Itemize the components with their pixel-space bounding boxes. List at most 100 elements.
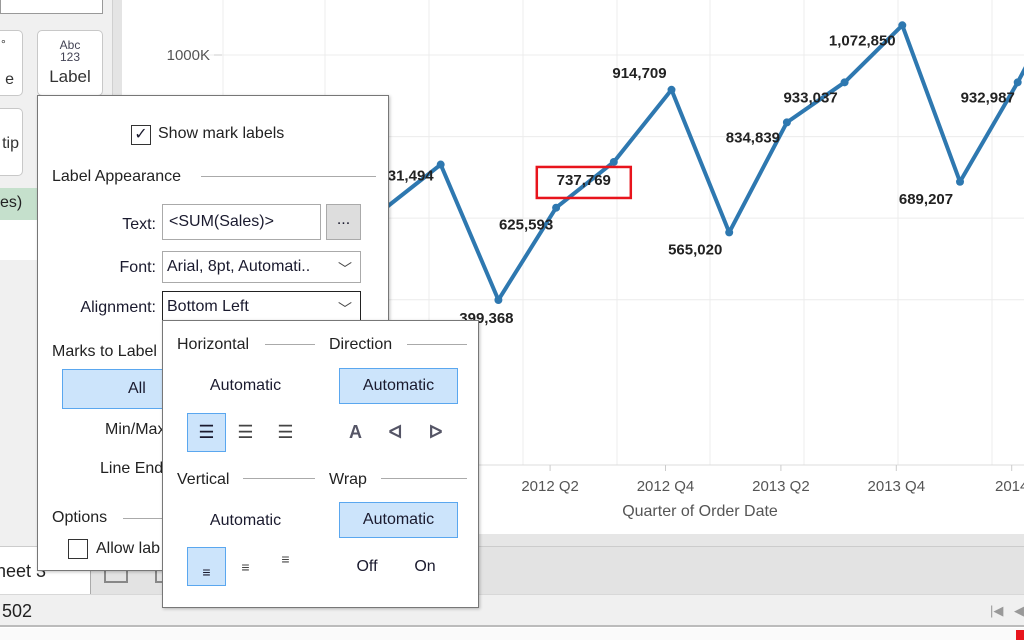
horizontal-automatic-option[interactable]: Automatic: [193, 377, 298, 395]
x-tick-label: 2012 Q4: [637, 478, 695, 495]
size-label: e: [5, 71, 14, 88]
data-label: 565,020: [668, 241, 722, 258]
alignment-value: Bottom Left: [167, 298, 249, 315]
wrap-automatic-label: Automatic: [362, 511, 435, 528]
x-tick-label: 2013 Q4: [868, 478, 926, 495]
divider: [407, 344, 467, 345]
data-label: 933,037: [783, 89, 837, 106]
divider: [265, 344, 315, 345]
status-bar: 502 |◀ ◀: [0, 594, 1024, 627]
direction-up-glyph: ᐊ: [388, 422, 403, 442]
font-value: Arial, 8pt, Automati..: [167, 258, 311, 275]
x-tick-label: 2013 Q2: [752, 478, 810, 495]
data-label: 1,072,850: [829, 32, 896, 49]
wrap-off-option[interactable]: Off: [343, 558, 391, 576]
options-heading: Options: [52, 509, 108, 526]
data-point: [782, 118, 791, 127]
tooltip-button[interactable]: tip: [0, 108, 23, 176]
divider: [201, 176, 376, 177]
label-appearance-heading: Label Appearance: [52, 168, 181, 185]
data-point: [840, 78, 849, 87]
direction-up-icon[interactable]: ᐊ: [376, 413, 415, 452]
status-text: 502: [2, 601, 33, 621]
marks-min-max-option[interactable]: Min/Max: [105, 421, 165, 439]
prev-sheet-icon[interactable]: ◀: [1014, 603, 1024, 619]
data-label: 914,709: [612, 65, 666, 82]
size-button[interactable]: ° e: [0, 30, 23, 96]
marks-line-end-option[interactable]: Line End: [100, 460, 163, 478]
horizontal-heading: Horizontal: [177, 336, 250, 353]
divider: [243, 478, 315, 479]
first-sheet-icon[interactable]: |◀: [990, 603, 1003, 619]
data-point: [436, 160, 445, 169]
direction-a-glyph: A: [349, 422, 362, 442]
alignment-popup: Horizontal Direction Automatic Automatic…: [162, 320, 479, 608]
direction-automatic-label: Automatic: [362, 377, 435, 394]
allow-labels-checkbox[interactable]: [68, 539, 88, 559]
direction-horizontal-icon[interactable]: A: [336, 413, 375, 452]
all-label: All: [128, 380, 146, 397]
font-label: Font:: [119, 259, 156, 276]
data-point: [494, 295, 503, 304]
direction-heading: Direction: [329, 336, 393, 353]
marks-to-label-heading: Marks to Label: [52, 343, 157, 360]
align-top-icon[interactable]: ≡: [266, 539, 305, 578]
label-abc-123-icon: Abc 123: [38, 39, 102, 63]
align-bottom-icon[interactable]: ≡: [187, 547, 226, 586]
data-label: 834,839: [726, 129, 780, 146]
data-point: [552, 203, 561, 212]
allow-labels-label: Allow lab: [96, 540, 161, 557]
y-tick-label: 1000K: [167, 47, 210, 64]
label-button[interactable]: Abc 123 Label: [37, 30, 103, 96]
data-label: 932,987: [961, 89, 1015, 106]
show-mark-labels-label: Show mark labels: [158, 125, 285, 142]
icon-text-123: 123: [59, 50, 81, 64]
red-marker: [1016, 630, 1024, 640]
divider: [123, 518, 163, 519]
data-point: [609, 157, 618, 166]
mark-type-dropdown[interactable]: [0, 0, 103, 14]
x-tick-label: 2014: [995, 478, 1024, 495]
text-field[interactable]: <SUM(Sales)>: [162, 204, 321, 240]
wrap-on-option[interactable]: On: [403, 558, 447, 576]
vertical-heading: Vertical: [177, 471, 230, 488]
x-tick-label: 2012 Q2: [521, 478, 579, 495]
tooltip-label: tip: [2, 135, 19, 152]
pill-text: es): [0, 194, 23, 211]
show-mark-labels-checkbox[interactable]: ✓: [131, 125, 151, 145]
label-button-label: Label: [49, 67, 91, 86]
data-label: 689,207: [899, 191, 953, 208]
divider: [381, 478, 467, 479]
wrap-heading: Wrap: [329, 471, 367, 488]
direction-automatic-option[interactable]: Automatic: [339, 368, 458, 404]
vertical-automatic-option[interactable]: Automatic: [193, 512, 298, 530]
alignment-label: Alignment:: [80, 299, 156, 316]
font-dropdown[interactable]: Arial, 8pt, Automati.. ﹀: [162, 251, 361, 283]
text-edit-button[interactable]: ...: [326, 204, 361, 240]
data-point: [725, 228, 734, 237]
x-axis-title: Quarter of Order Date: [622, 503, 778, 520]
text-label: Text:: [122, 216, 156, 233]
bottom-strip: [0, 628, 1024, 640]
wrap-automatic-option[interactable]: Automatic: [339, 502, 458, 538]
align-middle-icon[interactable]: ≡: [226, 547, 265, 586]
data-point: [667, 85, 676, 94]
text-value: <SUM(Sales)>: [169, 213, 274, 230]
chevron-down-icon: ﹀: [338, 301, 352, 317]
data-label: 625,593: [499, 217, 553, 234]
direction-down-icon[interactable]: ᐅ: [416, 413, 455, 452]
align-center-icon[interactable]: ☰: [226, 413, 265, 452]
align-left-icon[interactable]: ☰: [187, 413, 226, 452]
data-point: [956, 177, 964, 186]
alignment-dropdown[interactable]: Bottom Left ﹀: [162, 291, 361, 323]
size-icon: °: [1, 37, 6, 51]
data-label: 737,769: [557, 172, 611, 189]
data-point: [898, 21, 907, 30]
chevron-down-icon: ﹀: [338, 261, 352, 277]
data-point: [1013, 78, 1022, 87]
ellipsis-icon: ...: [336, 211, 351, 228]
direction-down-glyph: ᐅ: [428, 422, 443, 442]
align-right-icon[interactable]: ☰: [266, 413, 305, 452]
new-worksheet-icon[interactable]: [104, 569, 128, 583]
data-label: 31,494: [388, 168, 435, 185]
